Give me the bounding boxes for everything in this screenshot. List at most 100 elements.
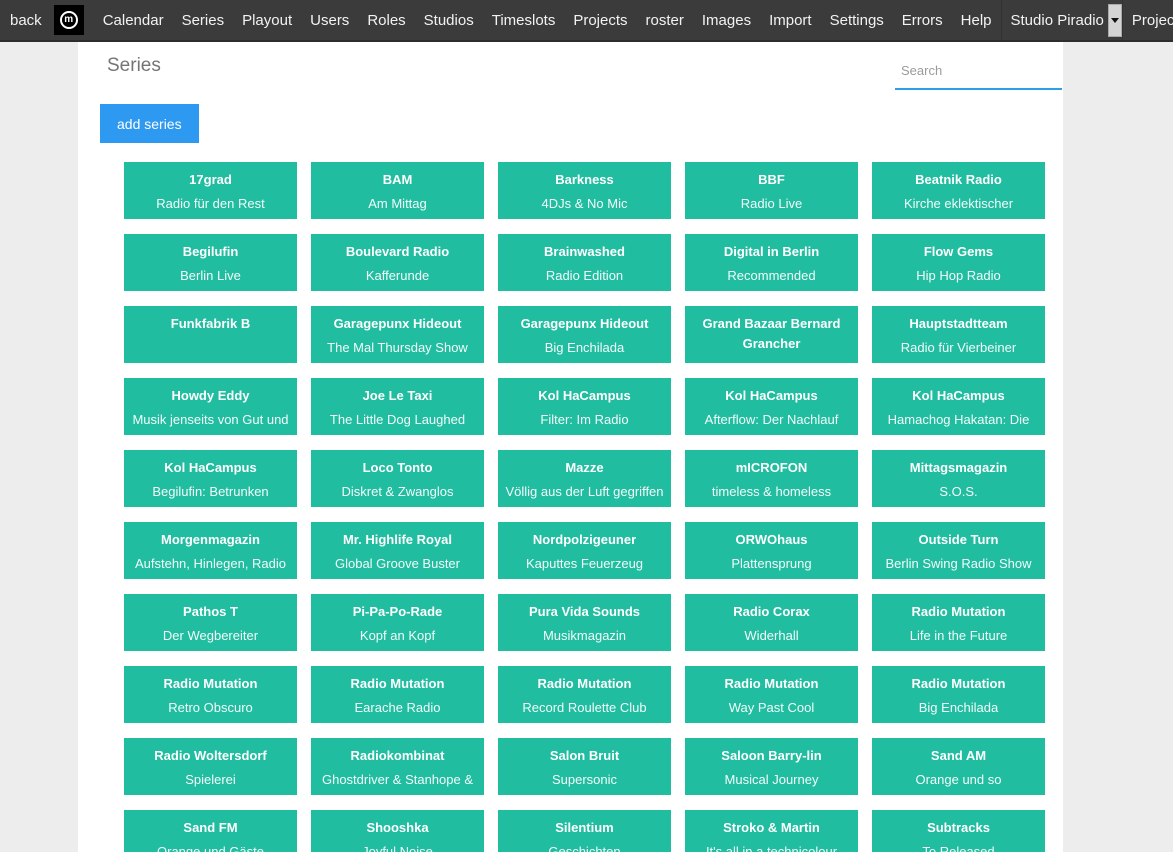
series-card-title: Brainwashed [502,242,667,262]
nav-item[interactable]: Playout [233,12,301,29]
series-card-subtitle: Diskret & Zwanglos [315,482,480,502]
series-card-title: Hauptstadtteam [876,314,1041,334]
series-card[interactable]: Begilufin Berlin Live [124,234,297,291]
series-card[interactable]: Salon Bruit Supersonic [498,738,671,795]
series-card[interactable]: Radio Woltersdorf Spielerei [124,738,297,795]
series-card[interactable]: Loco Tonto Diskret & Zwanglos [311,450,484,507]
series-card[interactable]: Mittagsmagazin S.O.S. [872,450,1045,507]
series-card-subtitle: Musik jenseits von Gut und [128,410,293,430]
series-card-subtitle: Earache Radio [315,698,480,718]
series-card[interactable]: Radiokombinat Ghostdriver & Stanhope & [311,738,484,795]
series-card[interactable]: Radio Corax Widerhall [685,594,858,651]
series-grid: 17grad Radio für den Rest BAM Am Mittag … [124,162,1045,852]
project-select-value: Project 88vier [1123,12,1173,29]
series-card[interactable]: Silentium Geschichten [498,810,671,852]
nav-item[interactable]: Studios [415,12,483,29]
series-card[interactable]: BAM Am Mittag [311,162,484,219]
series-card[interactable]: Mr. Highlife Royal Global Groove Buster [311,522,484,579]
series-card[interactable]: Stroko & Martin It's all in a technicolo… [685,810,858,852]
series-card[interactable]: ORWOhaus Plattensprung [685,522,858,579]
series-card[interactable]: Saloon Barry-lin Musical Journey [685,738,858,795]
add-series-button[interactable]: add series [100,104,199,143]
app-logo[interactable]: m [54,5,84,35]
nav-item[interactable]: roster [637,12,693,29]
nav-item[interactable]: Errors [893,12,952,29]
nav-item[interactable]: Projects [564,12,636,29]
series-card[interactable]: Joe Le Taxi The Little Dog Laughed [311,378,484,435]
search-input[interactable] [895,60,1062,90]
series-page: Series add series 17grad Radio für den R… [78,42,1063,852]
nav-item[interactable]: Series [173,12,234,29]
series-card-title: Funkfabrik B [128,314,293,334]
series-card-title: Flow Gems [876,242,1041,262]
series-card[interactable]: Pathos T Der Wegbereiter [124,594,297,651]
navbar-right-group: Studio Piradio Project 88vier Logout mil… [1001,0,1173,40]
series-card[interactable]: Radio Mutation Retro Obscuro [124,666,297,723]
series-card-subtitle: Radio Live [689,194,854,214]
series-card-subtitle: Kaputtes Feuerzeug [502,554,667,574]
series-card[interactable]: Outside Turn Berlin Swing Radio Show [872,522,1045,579]
series-card[interactable]: Howdy Eddy Musik jenseits von Gut und [124,378,297,435]
series-card[interactable]: Nordpolzigeuner Kaputtes Feuerzeug [498,522,671,579]
series-card[interactable]: Beatnik Radio Kirche eklektischer [872,162,1045,219]
series-card-subtitle: Kopf an Kopf [315,626,480,646]
series-card-subtitle: Retro Obscuro [128,698,293,718]
series-card[interactable]: Subtracks To Released [872,810,1045,852]
nav-item[interactable]: Calendar [94,12,173,29]
series-card[interactable]: mICROFON timeless & homeless [685,450,858,507]
series-card-title: Kol HaCampus [689,386,854,406]
series-card[interactable]: Radio Mutation Big Enchilada [872,666,1045,723]
series-card[interactable]: Pi-Pa-Po-Rade Kopf an Kopf [311,594,484,651]
series-card-title: Garagepunx Hideout [315,314,480,334]
series-card[interactable]: Boulevard Radio Kafferunde [311,234,484,291]
series-card[interactable]: Radio Mutation Earache Radio [311,666,484,723]
nav-item[interactable]: Import [760,12,821,29]
series-card[interactable]: Brainwashed Radio Edition [498,234,671,291]
series-card[interactable]: Sand FM Orange und Gäste [124,810,297,852]
series-card[interactable]: Kol HaCampus Afterflow: Der Nachlauf [685,378,858,435]
series-card[interactable]: Garagepunx Hideout Big Enchilada [498,306,671,363]
series-card[interactable]: Kol HaCampus Filter: Im Radio [498,378,671,435]
series-card[interactable]: Radio Mutation Way Past Cool [685,666,858,723]
back-link[interactable]: back [0,12,54,29]
series-card-subtitle: Begilufin: Betrunken [128,482,293,502]
series-card[interactable]: Barkness 4DJs & No Mic [498,162,671,219]
nav-item[interactable]: Help [952,12,1001,29]
series-card[interactable]: Kol HaCampus Begilufin: Betrunken [124,450,297,507]
series-card-subtitle: Supersonic [502,770,667,790]
series-card-title: ORWOhaus [689,530,854,550]
nav-item[interactable]: Settings [821,12,893,29]
series-card-subtitle: 4DJs & No Mic [502,194,667,214]
series-card-title: Garagepunx Hideout [502,314,667,334]
series-card[interactable]: Kol HaCampus Hamachog Hakatan: Die [872,378,1045,435]
series-card[interactable]: Grand Bazaar Bernard Grancher [685,306,858,363]
series-card-title: Stroko & Martin [689,818,854,838]
series-card[interactable]: Radio Mutation Record Roulette Club [498,666,671,723]
series-card[interactable]: Sand AM Orange und so [872,738,1045,795]
nav-item[interactable]: Roles [358,12,414,29]
series-card[interactable]: 17grad Radio für den Rest [124,162,297,219]
series-card-title: Radio Mutation [876,674,1041,694]
series-card[interactable]: Flow Gems Hip Hop Radio [872,234,1045,291]
project-select[interactable]: Project 88vier [1122,0,1173,40]
series-card[interactable]: Radio Mutation Life in the Future [872,594,1045,651]
series-card[interactable]: Mazze Völlig aus der Luft gegriffen [498,450,671,507]
series-card-subtitle: It's all in a technicolour [689,842,854,852]
series-card[interactable]: Garagepunx Hideout The Mal Thursday Show [311,306,484,363]
series-card[interactable]: Pura Vida Sounds Musikmagazin [498,594,671,651]
nav-item[interactable]: Timeslots [483,12,565,29]
series-card[interactable]: Hauptstadtteam Radio für Vierbeiner [872,306,1045,363]
series-card-title: Mr. Highlife Royal [315,530,480,550]
series-card[interactable]: BBF Radio Live [685,162,858,219]
series-card-title: Mittagsmagazin [876,458,1041,478]
series-card[interactable]: Digital in Berlin Recommended [685,234,858,291]
nav-item[interactable]: Images [693,12,760,29]
series-card[interactable]: Funkfabrik B [124,306,297,363]
studio-select[interactable]: Studio Piradio [1001,0,1122,40]
series-card-title: BBF [689,170,854,190]
page-title: Series [107,55,161,77]
nav-item[interactable]: Users [301,12,358,29]
series-card-title: Kol HaCampus [502,386,667,406]
series-card[interactable]: Morgenmagazin Aufstehn, Hinlegen, Radio [124,522,297,579]
series-card[interactable]: Shooshka Joyful Noise [311,810,484,852]
